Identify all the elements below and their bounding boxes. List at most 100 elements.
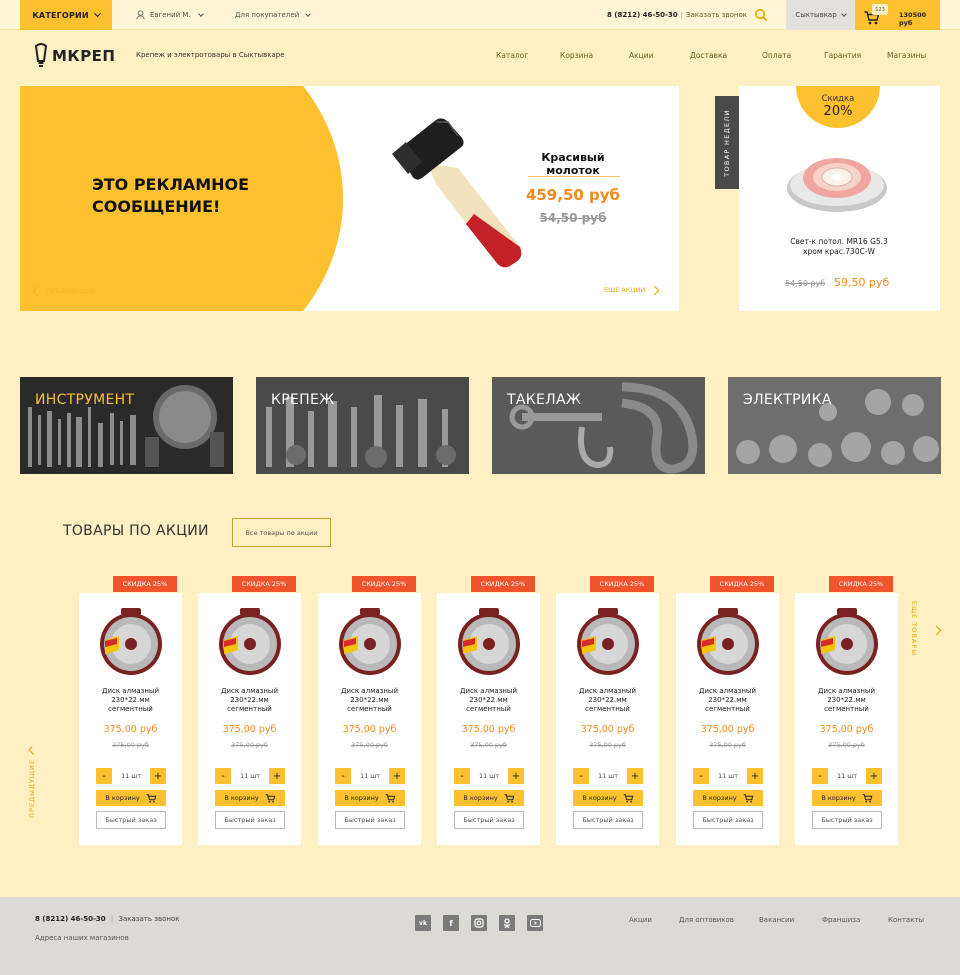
- qty-minus-button[interactable]: -: [812, 768, 828, 784]
- product-name: Диск алмазный 230*22.мм сегментный: [101, 687, 160, 713]
- qty-minus-button[interactable]: -: [454, 768, 470, 784]
- product-name: Диск алмазный 230*22.мм сегментный: [459, 687, 518, 713]
- add-to-cart-button[interactable]: В корзину: [693, 790, 763, 806]
- category-electrics[interactable]: ЭЛЕКТРИКА: [728, 377, 941, 474]
- nav-catalog[interactable]: Каталог: [496, 51, 560, 60]
- products-prev-button[interactable]: ПРЕДЫДУЩИЕ: [27, 746, 37, 818]
- banner-divider: [528, 176, 620, 177]
- quick-order-button[interactable]: Быстрый заказ: [812, 811, 882, 829]
- cart-button[interactable]: 123 130500 руб: [855, 0, 940, 30]
- qty-value[interactable]: 11 шт: [121, 772, 141, 780]
- chevron-down-icon: [197, 10, 204, 17]
- nav-cart[interactable]: Корзина: [560, 51, 629, 60]
- qty-plus-button[interactable]: +: [865, 768, 882, 784]
- top-phone[interactable]: 8 (8212) 46-50-30: [607, 11, 678, 19]
- diamond-disc-image: [100, 608, 162, 675]
- product-card[interactable]: Диск алмазный 230*22.мм сегментный 375,00…: [79, 593, 182, 845]
- qty-value[interactable]: 11 шт: [360, 772, 380, 780]
- discount-badge: СКИДКА 25%: [471, 576, 535, 592]
- product-card[interactable]: Диск алмазный 230*22.мм сегментный 375,00…: [795, 593, 898, 845]
- products-more-label: ЕЩЕ ТОВАРЫ: [910, 601, 918, 657]
- qty-value[interactable]: 11 шт: [479, 772, 499, 780]
- add-to-cart-button[interactable]: В корзину: [573, 790, 643, 806]
- qty-plus-button[interactable]: +: [746, 768, 763, 784]
- facebook-icon[interactable]: f: [443, 915, 459, 931]
- qty-plus-button[interactable]: +: [268, 768, 285, 784]
- quick-order-button[interactable]: Быстрый заказ: [96, 811, 166, 829]
- qty-minus-button[interactable]: -: [96, 768, 112, 784]
- city-selector[interactable]: Сыктывкар: [786, 0, 855, 30]
- discount-badge: СКИДКА 25%: [590, 576, 654, 592]
- category-tools[interactable]: ИНСТРУМЕНТ: [20, 377, 233, 474]
- qty-value[interactable]: 11 шт: [240, 772, 260, 780]
- qty-plus-button[interactable]: +: [149, 768, 166, 784]
- products-more-button[interactable]: ЕЩЕ ТОВАРЫ: [910, 601, 918, 671]
- qty-value[interactable]: 11 шт: [598, 772, 618, 780]
- product-card[interactable]: Диск алмазный 230*22.мм сегментный 375,00…: [676, 593, 779, 845]
- footer-call-request-link[interactable]: Заказать звонок: [119, 915, 180, 923]
- product-card[interactable]: Диск алмазный 230*22.мм сегментный 375,00…: [198, 593, 301, 845]
- qty-plus-button[interactable]: +: [388, 768, 405, 784]
- nav-stores[interactable]: Магазины: [887, 51, 926, 60]
- cart-icon: [385, 793, 396, 803]
- youtube-icon[interactable]: [527, 915, 543, 931]
- qty-minus-button[interactable]: -: [693, 768, 709, 784]
- add-to-cart-button[interactable]: В корзину: [215, 790, 285, 806]
- call-request-link[interactable]: Заказать звонок: [686, 11, 747, 19]
- footer-phone-block: 8 (8212) 46-50-30 | Заказать звонок: [35, 915, 179, 923]
- odnoklassniki-icon[interactable]: [499, 915, 515, 931]
- discount-badge: СКИДКА 25%: [710, 576, 774, 592]
- footer-phone[interactable]: 8 (8212) 46-50-30: [35, 915, 106, 923]
- hammer-image: [392, 118, 522, 268]
- footer-addresses-link[interactable]: Адреса наших магазинов: [35, 934, 129, 942]
- add-to-cart-button[interactable]: В корзину: [335, 790, 405, 806]
- quick-order-button[interactable]: Быстрый заказ: [454, 811, 524, 829]
- qty-minus-button[interactable]: -: [573, 768, 589, 784]
- qty-value[interactable]: 11 шт: [718, 772, 738, 780]
- buyers-menu[interactable]: Для покупателей: [235, 0, 312, 30]
- product-name: Диск алмазный 230*22.мм сегментный: [698, 687, 757, 713]
- week-item-card[interactable]: Скидка 20% Свет-к потол. MR16 G5.3 хром …: [739, 86, 940, 311]
- week-old-price: 54,50 руб: [785, 279, 826, 288]
- footer-nav-wholesale[interactable]: Для оптовиков: [679, 916, 759, 924]
- footer-nav-promos[interactable]: Акции: [629, 916, 679, 924]
- qty-plus-button[interactable]: +: [626, 768, 643, 784]
- add-to-cart-button[interactable]: В корзину: [454, 790, 524, 806]
- banner-more-promos-link[interactable]: ЕЩЕ АКЦИИ: [604, 285, 660, 295]
- add-to-cart-button[interactable]: В корзину: [812, 790, 882, 806]
- footer-nav-vacancies[interactable]: Вакансии: [759, 916, 822, 924]
- all-promo-products-button[interactable]: Все товары по акции: [232, 518, 331, 547]
- separator: |: [110, 915, 114, 923]
- user-menu[interactable]: Евгений М.: [136, 0, 204, 30]
- instagram-icon[interactable]: [471, 915, 487, 931]
- qty-minus-button[interactable]: -: [335, 768, 351, 784]
- logo[interactable]: МКРЕП: [34, 43, 115, 69]
- categories-button[interactable]: КАТЕГОРИИ: [20, 0, 112, 30]
- banner-prev-link[interactable]: ПРЕДЫДУЩИЕ: [32, 286, 96, 296]
- quick-order-button[interactable]: Быстрый заказ: [693, 811, 763, 829]
- category-rigging[interactable]: ТАКЕЛАЖ: [492, 377, 705, 474]
- nav-promos[interactable]: Акции: [629, 51, 690, 60]
- product-card[interactable]: Диск алмазный 230*22.мм сегментный 375,00…: [437, 593, 540, 845]
- quick-order-button[interactable]: Быстрый заказ: [215, 811, 285, 829]
- product-name: Диск алмазный 230*22.мм сегментный: [340, 687, 399, 713]
- search-icon[interactable]: [754, 8, 768, 22]
- product-card[interactable]: Диск алмазный 230*22.мм сегментный 375,00…: [318, 593, 421, 845]
- footer-nav-contacts[interactable]: Контакты: [888, 916, 924, 924]
- nav-delivery[interactable]: Доставка: [690, 51, 762, 60]
- vk-icon[interactable]: vk: [415, 915, 431, 931]
- nav-warranty[interactable]: Гарантия: [824, 51, 887, 60]
- arrow-right-icon[interactable]: [931, 625, 942, 636]
- category-fasteners[interactable]: КРЕПЕЖ: [256, 377, 469, 474]
- quick-order-button[interactable]: Быстрый заказ: [335, 811, 405, 829]
- nav-payment[interactable]: Оплата: [762, 51, 824, 60]
- product-card[interactable]: Диск алмазный 230*22.мм сегментный 375,00…: [556, 593, 659, 845]
- qty-value[interactable]: 11 шт: [837, 772, 857, 780]
- quantity-stepper: - 11 шт +: [812, 768, 882, 784]
- footer-nav-franchise[interactable]: Франшиза: [822, 916, 888, 924]
- qty-minus-button[interactable]: -: [215, 768, 231, 784]
- promo-banner[interactable]: ЭТО РЕКЛАМНОЕ СООБЩЕНИЕ! ПРЕДЫДУЩИЕ Крас…: [20, 86, 679, 311]
- qty-plus-button[interactable]: +: [507, 768, 524, 784]
- add-to-cart-button[interactable]: В корзину: [96, 790, 166, 806]
- quick-order-button[interactable]: Быстрый заказ: [573, 811, 643, 829]
